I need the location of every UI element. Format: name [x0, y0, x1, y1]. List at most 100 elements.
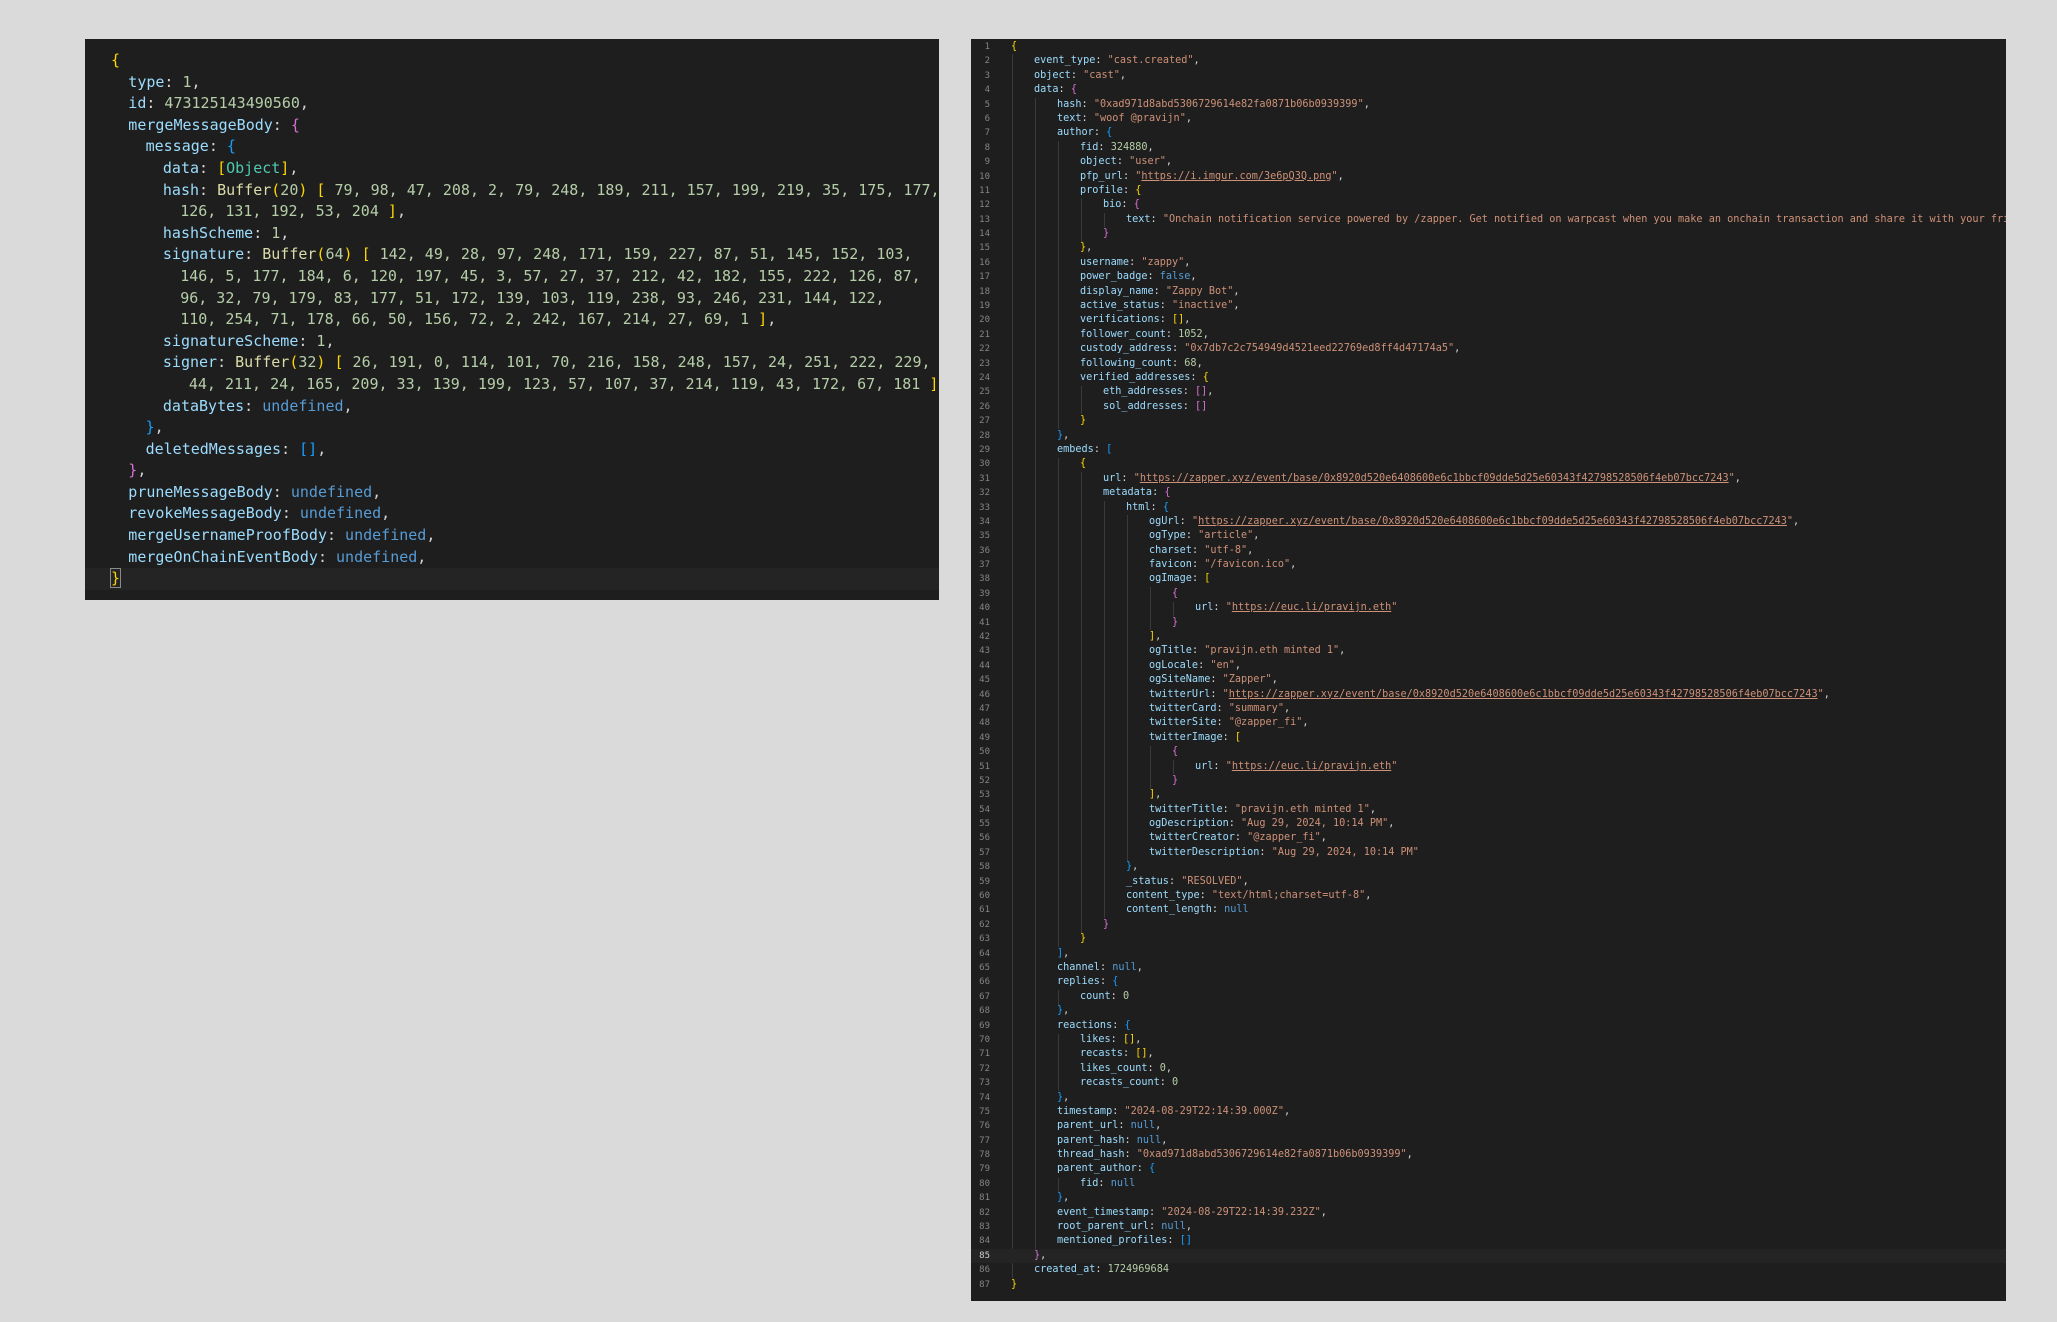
- code-line[interactable]: 78 thread_hash: "0xad971d8abd5306729614e8…: [971, 1148, 2006, 1162]
- code-line[interactable]: 82 event_timestamp: "2024-08-29T22:14:39.…: [971, 1206, 2006, 1220]
- code-line[interactable]: 60 content_type: "text/html;charset=utf-8…: [971, 889, 2006, 903]
- code-line[interactable]: 72 likes_count: 0,: [971, 1062, 2006, 1076]
- code-line[interactable]: signatureScheme: 1,: [85, 331, 939, 353]
- code-line[interactable]: 20 verifications: [],: [971, 313, 2006, 327]
- code-line[interactable]: 44 ogLocale: "en",: [971, 659, 2006, 673]
- code-line[interactable]: id: 473125143490560,: [85, 93, 939, 115]
- code-line[interactable]: 30 {: [971, 457, 2006, 471]
- code-line[interactable]: 19 active_status: "inactive",: [971, 299, 2006, 313]
- code-line[interactable]: 66 replies: {: [971, 975, 2006, 989]
- code-line[interactable]: 6 text: "woof @pravijn",: [971, 112, 2006, 126]
- code-link[interactable]: https://zapper.xyz/event/base/0x8920d520…: [1229, 689, 1818, 700]
- code-line[interactable]: 27}: [971, 414, 2006, 428]
- code-line[interactable]: 51 url: "https://euc.li/pravijn.eth": [971, 760, 2006, 774]
- code-line[interactable]: 64],: [971, 947, 2006, 961]
- code-line[interactable]: revokeMessageBody: undefined,: [85, 503, 939, 525]
- code-line[interactable]: 23 following_count: 68,: [971, 357, 2006, 371]
- code-line[interactable]: 48 twitterSite: "@zapper_fi",: [971, 716, 2006, 730]
- code-line[interactable]: 76 parent_url: null,: [971, 1119, 2006, 1133]
- code-line[interactable]: 56 twitterCreator: "@zapper_fi",: [971, 831, 2006, 845]
- code-line[interactable]: 62}: [971, 918, 2006, 932]
- code-line[interactable]: 33 html: {: [971, 501, 2006, 515]
- code-line[interactable]: 34 ogUrl: "https://zapper.xyz/event/base/…: [971, 515, 2006, 529]
- code-line[interactable]: 84 mentioned_profiles: []: [971, 1234, 2006, 1248]
- code-line[interactable]: signature: Buffer(64) [ 142, 49, 28, 97,…: [85, 244, 939, 266]
- code-line[interactable]: 28},: [971, 429, 2006, 443]
- code-line[interactable]: 50 {: [971, 745, 2006, 759]
- code-line[interactable]: {: [85, 50, 939, 72]
- code-line[interactable]: 35 ogType: "article",: [971, 529, 2006, 543]
- code-line[interactable]: 18 display_name: "Zappy Bot",: [971, 285, 2006, 299]
- code-line[interactable]: hash: Buffer(20) [ 79, 98, 47, 208, 2, 7…: [85, 180, 939, 202]
- code-line[interactable]: 37 favicon: "/favicon.ico",: [971, 558, 2006, 572]
- code-line[interactable]: dataBytes: undefined,: [85, 396, 939, 418]
- code-line[interactable]: 21 follower_count: 1052,: [971, 328, 2006, 342]
- code-line[interactable]: 57 twitterDescription: "Aug 29, 2024, 10:…: [971, 846, 2006, 860]
- left-code-editor[interactable]: {type: 1, id: 473125143490560, mergeMessag…: [85, 39, 939, 600]
- code-line[interactable]: 17 power_badge: false,: [971, 270, 2006, 284]
- code-line[interactable]: 31 url: "https://zapper.xyz/event/base/0x…: [971, 472, 2006, 486]
- code-line[interactable]: 65 channel: null,: [971, 961, 2006, 975]
- code-link[interactable]: https://euc.li/pravijn.eth: [1232, 602, 1391, 613]
- code-line[interactable]: 67 count: 0: [971, 990, 2006, 1004]
- code-line[interactable]: 40 url: "https://euc.li/pravijn.eth": [971, 601, 2006, 615]
- code-line[interactable]: 16 username: "zappy",: [971, 256, 2006, 270]
- code-line[interactable]: 39 {: [971, 587, 2006, 601]
- code-line[interactable]: 110, 254, 71, 178, 66, 50, 156, 72, 2, 2…: [85, 309, 939, 331]
- code-line[interactable]: 11 profile: {: [971, 184, 2006, 198]
- code-line[interactable]: 13 text: "Onchain notification service po…: [971, 213, 2006, 227]
- code-line[interactable]: 146, 5, 177, 184, 6, 120, 197, 45, 3, 57…: [85, 266, 939, 288]
- code-line[interactable]: 32 metadata: {: [971, 486, 2006, 500]
- code-line[interactable]: 8 fid: 324880,: [971, 141, 2006, 155]
- code-line[interactable]: 86 created_at: 1724969684: [971, 1263, 2006, 1277]
- code-line[interactable]: 4 data: {: [971, 83, 2006, 97]
- code-line[interactable]: 59 _status: "RESOLVED",: [971, 875, 2006, 889]
- code-line[interactable]: pruneMessageBody: undefined,: [85, 482, 939, 504]
- code-link[interactable]: https://euc.li/pravijn.eth: [1232, 761, 1391, 772]
- code-line[interactable]: 24 verified_addresses: {: [971, 371, 2006, 385]
- code-line[interactable]: 46 twitterUrl: "https://zapper.xyz/event/…: [971, 688, 2006, 702]
- code-line[interactable]: 7 author: {: [971, 126, 2006, 140]
- code-line[interactable]: 126, 131, 192, 53, 204 ],: [85, 201, 939, 223]
- code-line[interactable]: 74},: [971, 1091, 2006, 1105]
- code-line[interactable]: mergeUsernameProofBody: undefined,: [85, 525, 939, 547]
- code-line[interactable]: 15},: [971, 241, 2006, 255]
- code-line[interactable]: 47 twitterCard: "summary",: [971, 702, 2006, 716]
- code-line[interactable]: hashScheme: 1,: [85, 223, 939, 245]
- code-line[interactable]: 10 pfp_url: "https://i.imgur.com/3e6pQ3Q.…: [971, 170, 2006, 184]
- code-line[interactable]: },: [85, 417, 939, 439]
- code-line[interactable]: 5 hash: "0xad971d8abd5306729614e82fa0871b…: [971, 98, 2006, 112]
- code-line[interactable]: mergeOnChainEventBody: undefined,: [85, 547, 939, 569]
- code-line[interactable]: message: {: [85, 136, 939, 158]
- code-line[interactable]: 63}: [971, 932, 2006, 946]
- code-line[interactable]: 12 bio: {: [971, 198, 2006, 212]
- code-line[interactable]: 26 sol_addresses: []: [971, 400, 2006, 414]
- code-line[interactable]: 79 parent_author: {: [971, 1162, 2006, 1176]
- code-link[interactable]: https://zapper.xyz/event/base/0x8920d520…: [1140, 473, 1729, 484]
- code-line[interactable]: 9 object: "user",: [971, 155, 2006, 169]
- code-line[interactable]: 53],: [971, 788, 2006, 802]
- code-line[interactable]: 80 fid: null: [971, 1177, 2006, 1191]
- code-line[interactable]: 25 eth_addresses: [],: [971, 385, 2006, 399]
- code-line[interactable]: type: 1,: [85, 72, 939, 94]
- right-code-editor[interactable]: 1{2 event_type: "cast.created", 3 object: "…: [971, 39, 2006, 1301]
- code-line[interactable]: 69 reactions: {: [971, 1019, 2006, 1033]
- code-line[interactable]: }: [85, 568, 939, 590]
- code-line[interactable]: 1{: [971, 40, 2006, 54]
- code-line[interactable]: signer: Buffer(32) [ 26, 191, 0, 114, 10…: [85, 352, 939, 374]
- code-line[interactable]: deletedMessages: [],: [85, 439, 939, 461]
- code-line[interactable]: 75 timestamp: "2024-08-29T22:14:39.000Z",: [971, 1105, 2006, 1119]
- code-line[interactable]: 22 custody_address: "0x7db7c2c754949d4521…: [971, 342, 2006, 356]
- code-line[interactable]: 85},: [971, 1248, 2006, 1264]
- code-line[interactable]: 44, 211, 24, 165, 209, 33, 139, 199, 123…: [85, 374, 939, 396]
- code-line[interactable]: 54 twitterTitle: "pravijn.eth minted 1",: [971, 803, 2006, 817]
- code-line[interactable]: 61 content_length: null: [971, 903, 2006, 917]
- code-line[interactable]: mergeMessageBody: {: [85, 115, 939, 137]
- code-line[interactable]: 42],: [971, 630, 2006, 644]
- code-line[interactable]: 87}: [971, 1278, 2006, 1292]
- code-line[interactable]: 96, 32, 79, 179, 83, 177, 51, 172, 139, …: [85, 288, 939, 310]
- code-line[interactable]: 52}: [971, 774, 2006, 788]
- code-line[interactable]: 81},: [971, 1191, 2006, 1205]
- code-line[interactable]: 43 ogTitle: "pravijn.eth minted 1",: [971, 644, 2006, 658]
- code-line[interactable]: 73 recasts_count: 0: [971, 1076, 2006, 1090]
